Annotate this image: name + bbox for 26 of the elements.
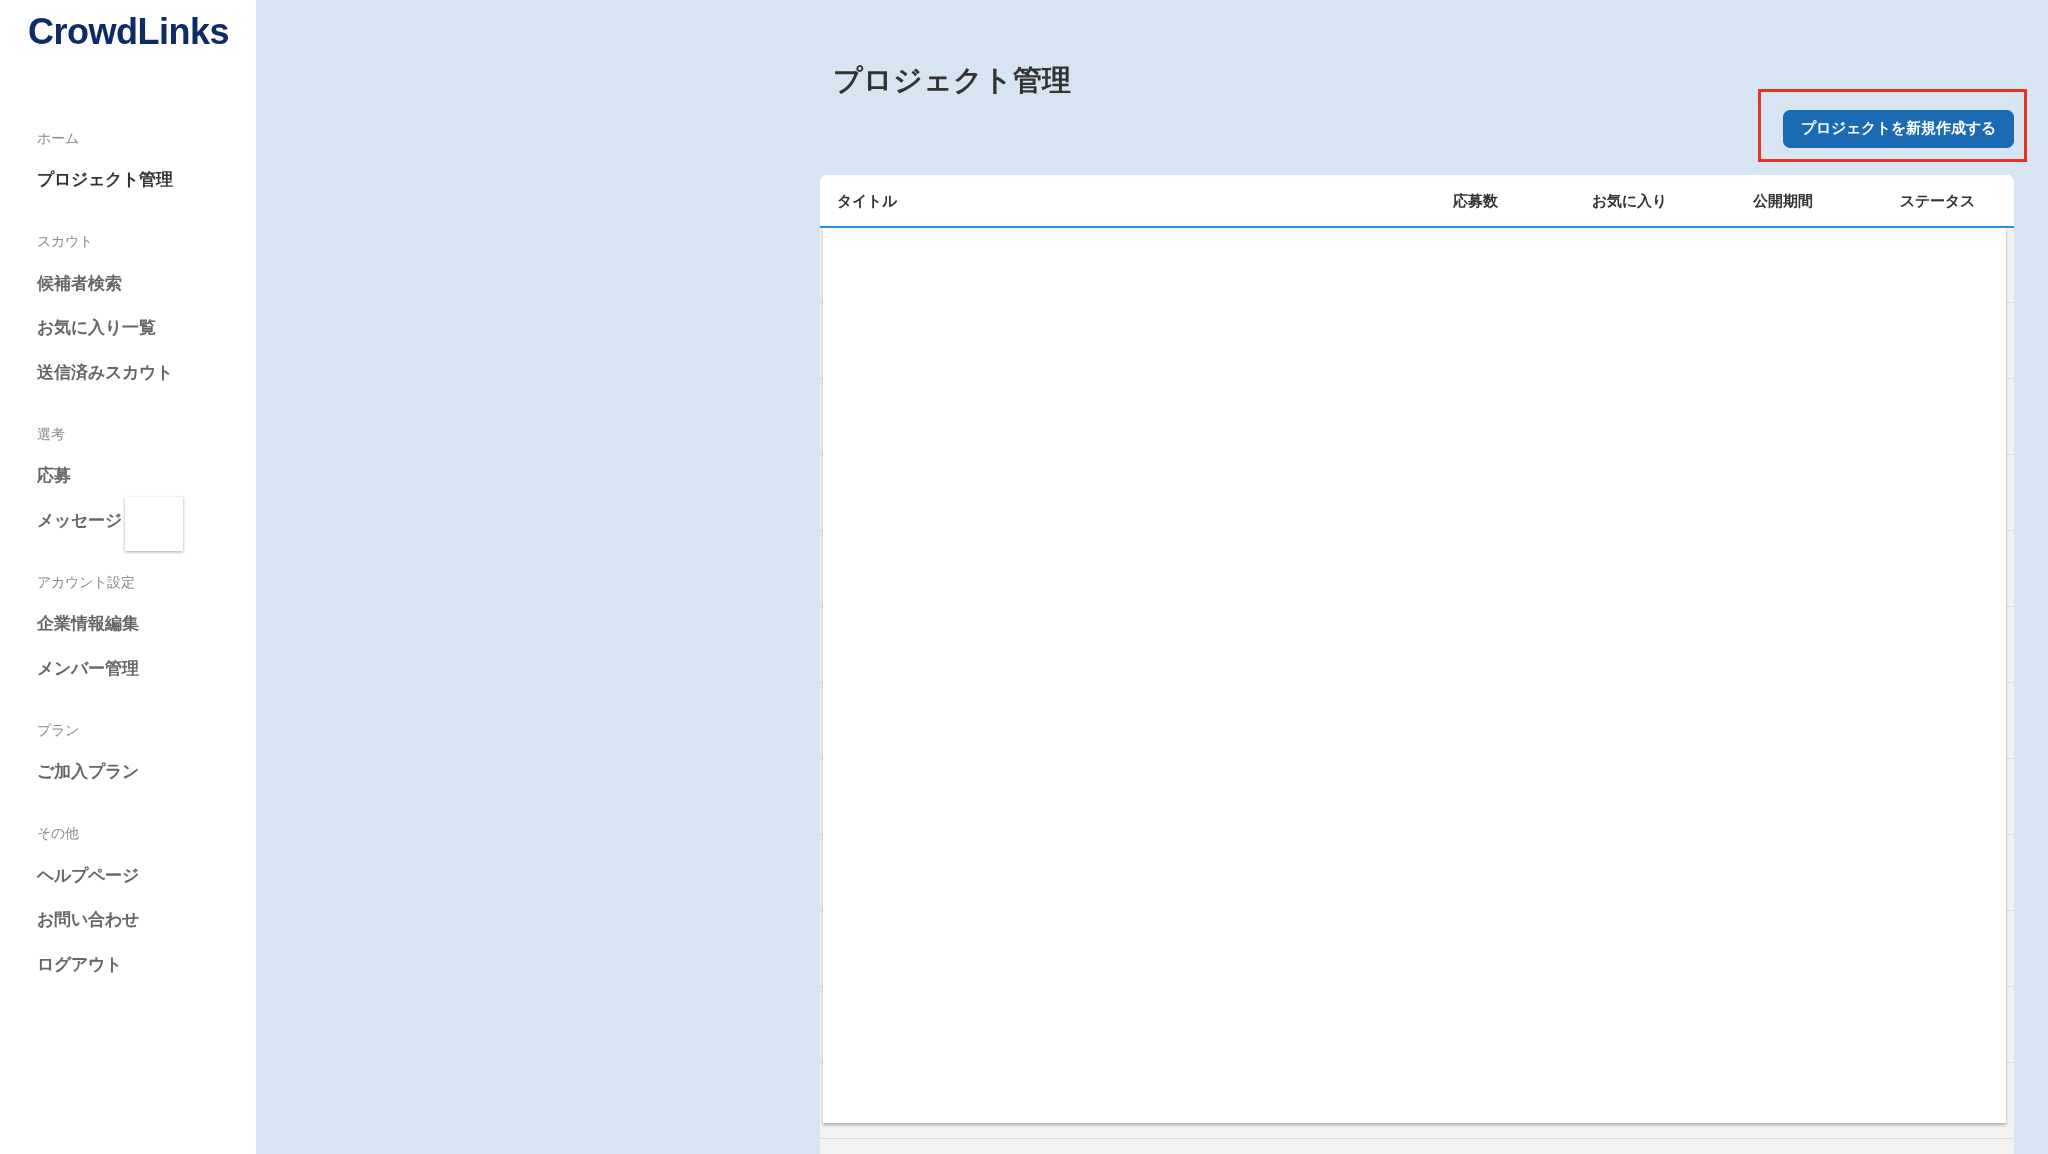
sidebar-item[interactable]: ログアウト — [37, 952, 122, 975]
sidebar-item[interactable]: メンバー管理 — [37, 656, 139, 679]
sidebar-item[interactable]: 応募 — [37, 464, 71, 487]
sidebar-item[interactable]: 送信済みスカウト — [37, 360, 173, 383]
section-label: その他 — [37, 825, 79, 842]
column-header: 応募数 — [1452, 191, 1498, 211]
sidebar-item[interactable]: ご加入プラン — [37, 760, 139, 783]
sidebar-item[interactable]: お問い合わせ — [37, 908, 139, 931]
section-label: ホーム — [37, 129, 79, 147]
page-title: プロジェクト管理 — [833, 62, 1071, 99]
column-header: タイトル — [837, 191, 897, 211]
sidebar-item[interactable]: 企業情報編集 — [37, 612, 139, 635]
section-label: プラン — [37, 721, 79, 739]
column-header: ステータス — [1899, 191, 1975, 211]
sidebar-item[interactable]: ヘルプページ — [37, 863, 139, 886]
sidebar-item[interactable]: プロジェクト管理 — [37, 168, 173, 191]
section-label: アカウント設定 — [37, 573, 135, 591]
column-header: 公開期間 — [1753, 191, 1813, 211]
section-label: スカウト — [37, 233, 93, 250]
section-label: 選考 — [37, 425, 65, 443]
new-project-button[interactable]: プロジェクトを新規作成する — [1783, 110, 2014, 148]
sidebar-item[interactable]: 候補者検索 — [37, 271, 122, 294]
sidebar-item[interactable]: メッセージ — [37, 508, 122, 531]
sidebar-item[interactable]: お気に入り一覧 — [37, 316, 156, 339]
column-header: お気に入り — [1591, 191, 1667, 211]
brand-logo[interactable]: CrowdLinks — [28, 12, 229, 52]
